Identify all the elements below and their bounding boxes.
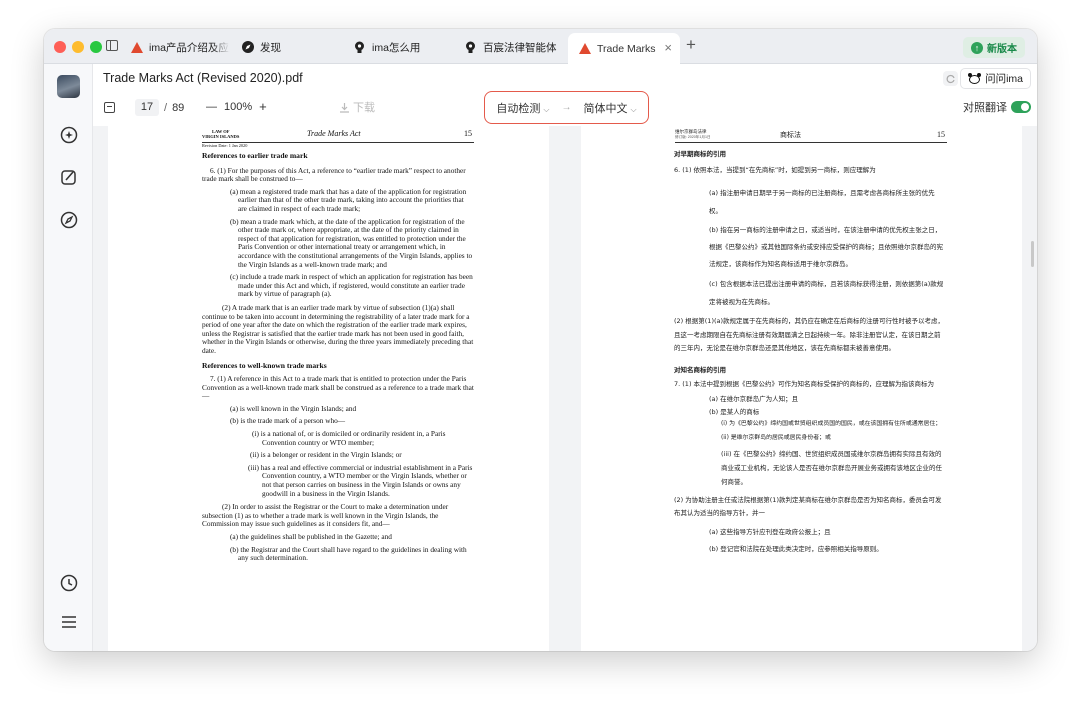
close-tab-icon[interactable]: × [664, 41, 672, 54]
history-clock-icon[interactable] [58, 572, 79, 593]
zoom-control: — 100% + [206, 99, 267, 114]
sparkle-home-icon[interactable] [58, 124, 79, 145]
zoom-in-button[interactable]: + [259, 99, 267, 114]
section-heading: 对早期商标的引用 [674, 150, 726, 158]
chevron-down-icon: ⌵ [630, 104, 637, 114]
maximize-window-button[interactable] [90, 41, 102, 53]
page-header: 维尔京群岛法律 修订版: 2020年1月1日 商标法 15 [675, 129, 947, 143]
section-7-intro: 7. (1) A reference in this Act to a trad… [202, 374, 474, 401]
scrollbar[interactable] [1031, 241, 1034, 267]
sidebar-toggle-icon[interactable] [106, 40, 118, 51]
tab-ima-intro[interactable]: ima产品介绍及应用 [130, 35, 230, 59]
ima-logo-icon [578, 42, 591, 55]
panda-icon [968, 72, 982, 85]
compass-icon[interactable] [58, 209, 79, 230]
new-tab-button[interactable]: + [686, 36, 696, 54]
zoom-level: 100% [224, 100, 253, 113]
tab-ima-howto[interactable]: ima怎么用 [353, 35, 443, 59]
original-page: LAW OF VIRGIN ISLANDS Trade Marks Act 15… [108, 126, 549, 651]
page-header: LAW OF VIRGIN ISLANDS Trade Marks Act 15 [202, 129, 474, 143]
tab-discover[interactable]: 发现 [241, 35, 311, 59]
document-area: Trade Marks Act (Revised 2020).pdf 问问ima… [93, 64, 1037, 651]
page-indicator: 17 / 89 [135, 99, 184, 116]
translated-page: 维尔京群岛法律 修订版: 2020年1月1日 商标法 15 对早期商标的引用 6… [581, 126, 1022, 651]
section-heading: References to earlier trade mark [202, 151, 308, 160]
language-selector: 自动检测 ⌵ → 简体中文 ⌵ [484, 91, 649, 124]
upgrade-icon: ↑ [971, 41, 983, 54]
new-version-button[interactable]: ↑ 新版本 [963, 37, 1025, 58]
app-window: ima产品介绍及应用 发现 ima怎么用 百宸法律智能体 Trade Marks… [44, 29, 1037, 651]
zoom-out-button[interactable]: — [206, 101, 217, 113]
section-6-intro: 6. (1) For the purposes of this Act, a r… [202, 165, 466, 184]
source-language-dropdown[interactable]: 自动检测 ⌵ [496, 100, 549, 116]
tab-baichen-legal[interactable]: 百宸法律智能体 [464, 35, 569, 59]
section-heading: References to well-known trade marks [202, 361, 327, 371]
lightbulb-icon [353, 41, 366, 54]
thumbnail-panel-icon[interactable] [104, 102, 115, 113]
download-button[interactable]: 下载 [339, 99, 375, 115]
ima-logo-icon [130, 41, 143, 54]
page-number-input[interactable]: 17 [135, 99, 159, 116]
refresh-icon[interactable] [943, 71, 958, 86]
avatar[interactable] [57, 75, 80, 98]
close-window-button[interactable] [54, 41, 66, 53]
arrow-right-icon: → [561, 102, 572, 113]
compare-translation: 对照翻译 [963, 99, 1031, 115]
target-language-dropdown[interactable]: 简体中文 ⌵ [584, 100, 637, 116]
tab-bar: ima产品介绍及应用 发现 ima怎么用 百宸法律智能体 Trade Marks… [44, 29, 1037, 64]
ask-ima-button[interactable]: 问问ima [960, 68, 1031, 89]
document-title: Trade Marks Act (Revised 2020).pdf [103, 71, 303, 85]
minimize-window-button[interactable] [72, 41, 84, 53]
chevron-down-icon: ⌵ [543, 104, 550, 114]
discover-icon [241, 41, 254, 54]
download-icon [340, 102, 349, 113]
note-edit-icon[interactable] [58, 166, 79, 187]
page-total: 89 [172, 101, 185, 114]
tab-trade-marks[interactable]: Trade Marks × [568, 33, 680, 64]
lightbulb-icon [464, 41, 477, 54]
document-header: Trade Marks Act (Revised 2020).pdf 问问ima… [93, 64, 1037, 126]
menu-icon[interactable] [58, 611, 79, 632]
left-sidebar [44, 64, 93, 651]
compare-translation-toggle[interactable] [1011, 101, 1031, 113]
section-heading: 对知名商标的引用 [674, 365, 726, 374]
